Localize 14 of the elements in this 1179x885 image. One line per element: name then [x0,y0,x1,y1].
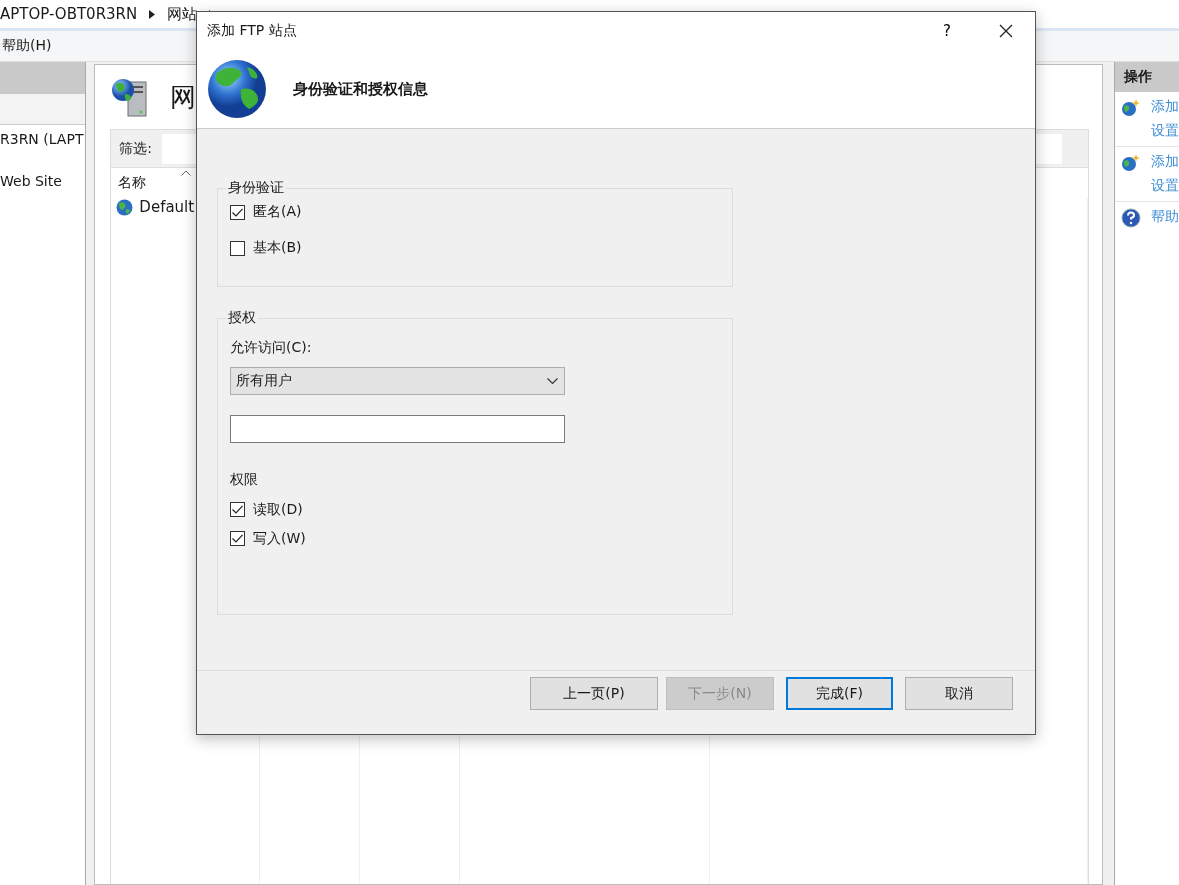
checkbox-label: 匿名(A) [253,203,302,221]
page-title: 网 [170,80,197,114]
checkbox-label: 写入(W) [253,529,306,548]
filter-label: 筛选: [119,139,153,158]
page-heading: 身份验证和授权信息 [293,79,428,99]
actions-title: 操作 [1115,62,1179,92]
site-name: Default [139,198,195,216]
group-title: 授权 [227,309,257,327]
section-label: 权限 [230,471,259,489]
group-title: 身份验证 [227,179,285,197]
field-label: 允许访问(C): [230,339,313,357]
checkbox-label: 基本(B) [253,239,302,257]
checkbox-label: 读取(D) [253,500,303,519]
window-title: 添加 FTP 站点 [207,22,298,40]
